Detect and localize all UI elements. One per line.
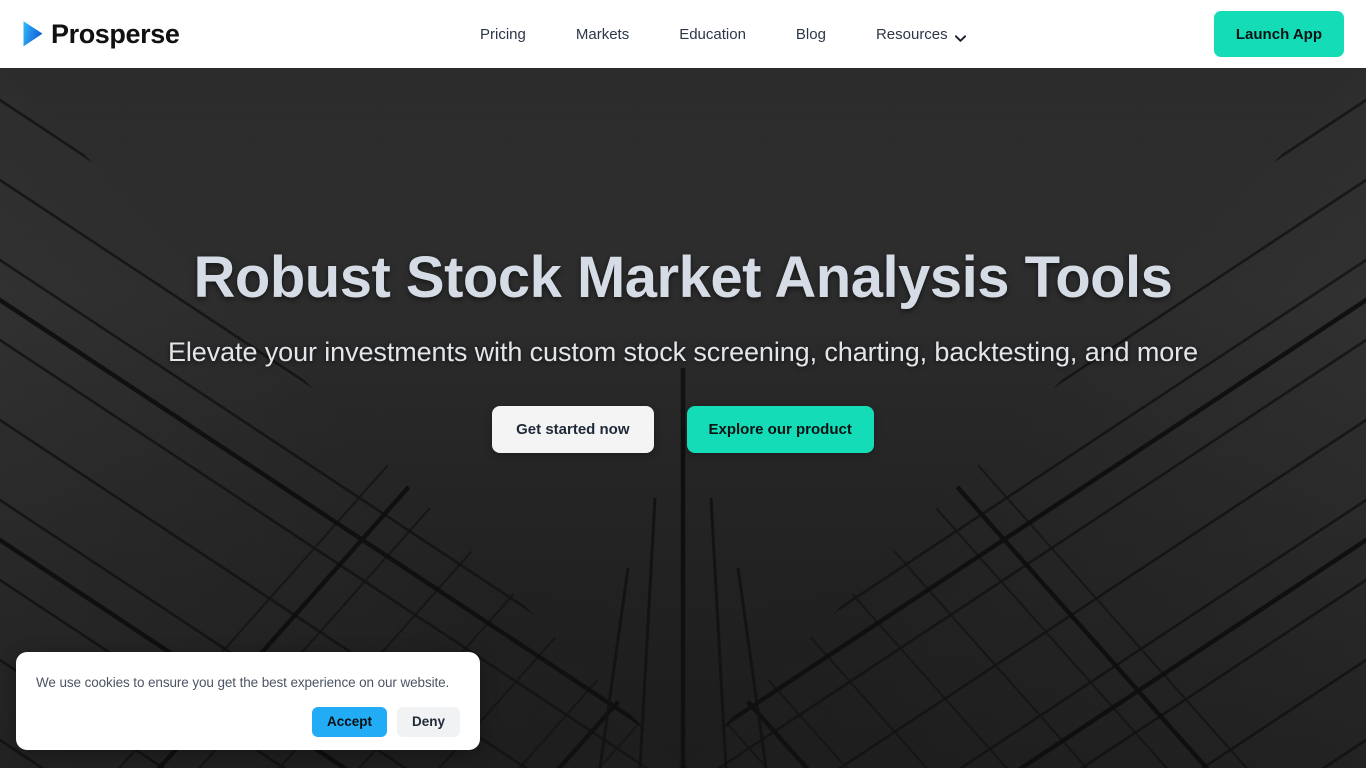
hero-headline: Robust Stock Market Analysis Tools [193,245,1173,310]
hero-subheadline: Elevate your investments with custom sto… [168,336,1198,367]
nav-item-pricing[interactable]: Pricing [480,27,551,42]
nav-item-label: Pricing [480,25,526,43]
cookie-accept-button[interactable]: Accept [311,706,387,737]
cookie-actions: Accept Deny [36,706,460,737]
get-started-button[interactable]: Get started now [492,406,654,454]
nav-item-resources[interactable]: Resources [851,27,991,42]
brand-logo-link[interactable]: Prosperse [22,0,180,68]
nav-item-education[interactable]: Education [654,27,771,42]
hero-cta-group: Get started now Explore our product [492,406,874,454]
play-triangle-icon [22,20,44,48]
brand-name: Prosperse [51,18,180,49]
top-navigation-bar: Prosperse Pricing Markets Education Blog… [0,0,1366,68]
nav-item-label: Education [679,25,746,43]
nav-item-label: Markets [575,25,630,43]
nav-item-markets[interactable]: Markets [551,27,654,42]
nav-item-label: Blog [795,25,826,43]
cookie-deny-button[interactable]: Deny [396,706,460,737]
chevron-down-icon [954,31,966,42]
explore-product-button[interactable]: Explore our product [686,406,874,454]
launch-app-button[interactable]: Launch App [1213,11,1344,57]
nav-item-label: Resources [875,25,948,43]
primary-nav: Pricing Markets Education Blog Resources [480,0,991,68]
cookie-consent-banner: We use cookies to ensure you get the bes… [16,652,480,750]
cookie-message: We use cookies to ensure you get the bes… [36,675,450,690]
nav-item-blog[interactable]: Blog [771,27,851,42]
